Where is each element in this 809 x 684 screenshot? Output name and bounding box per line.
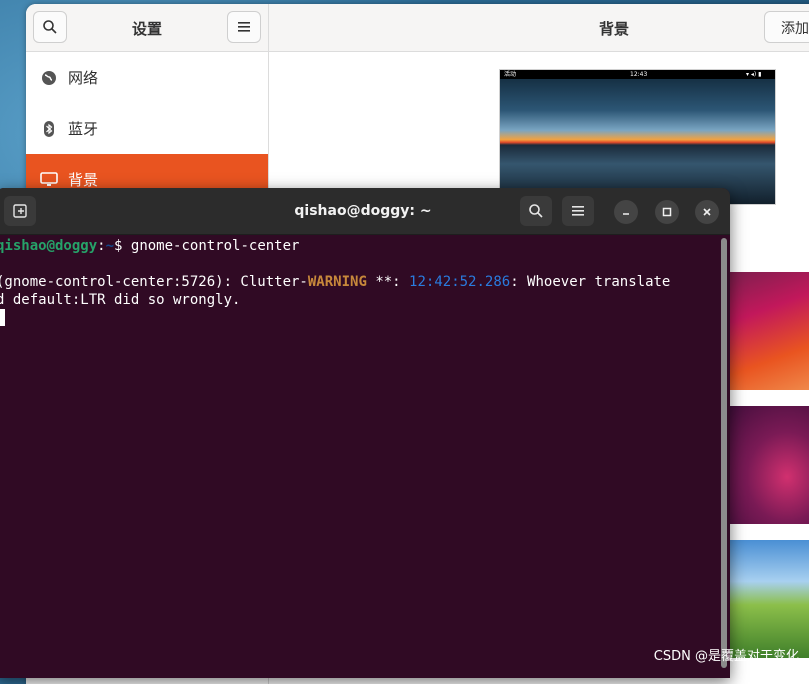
terminal-menu-button[interactable] xyxy=(562,196,594,226)
output-line: d default:LTR did so wrongly. xyxy=(0,292,241,308)
wallpaper-preview: 活动 12:43 ▾ ◂) ▮ xyxy=(499,69,776,205)
terminal-window: qishao@doggy: ~ qishao@doggy:~$ gnome-co… xyxy=(0,188,730,678)
warning-prefix: (gnome-control-center:5726): Clutter- xyxy=(0,274,308,290)
preview-activities-label: 活动 xyxy=(504,71,517,78)
warning-word: WARNING xyxy=(307,274,367,290)
cursor-line xyxy=(0,309,720,327)
warning-timestamp: 12:42:52.286 xyxy=(409,274,511,290)
sidebar-item-label: 蓝牙 xyxy=(68,120,99,138)
preview-top-bar: 活动 12:43 ▾ ◂) ▮ xyxy=(500,70,775,79)
prompt-line: qishao@doggy:~$ gnome-control-center xyxy=(0,237,720,255)
add-picture-button[interactable]: 添加 xyxy=(764,11,809,43)
menu-button[interactable] xyxy=(227,11,261,43)
preview-status-icons: ▾ ◂) ▮ xyxy=(746,71,762,78)
warning-mid: **: xyxy=(366,274,410,290)
terminal-scrollbar[interactable] xyxy=(721,238,727,668)
minimize-icon xyxy=(623,213,629,215)
text-cursor xyxy=(0,309,5,326)
sidebar-item-label: 网络 xyxy=(68,69,99,87)
warning-line: (gnome-control-center:5726): Clutter-WAR… xyxy=(0,273,720,291)
wallpaper-thumbnail[interactable] xyxy=(724,406,809,524)
terminal-output[interactable]: qishao@doggy:~$ gnome-control-center (gno… xyxy=(0,235,720,678)
wallpaper-thumbnail[interactable] xyxy=(724,540,809,658)
prompt-separator: : xyxy=(97,238,106,254)
command-text: gnome-control-center xyxy=(130,238,300,254)
watermark: CSDN @是覆盖对于变化 xyxy=(653,649,799,664)
bluetooth-icon xyxy=(40,120,58,138)
display-icon xyxy=(40,171,58,189)
preview-clock-label: 12:43 xyxy=(630,71,648,78)
sidebar-item-network[interactable]: 网络 xyxy=(26,52,268,103)
hamburger-icon xyxy=(572,206,584,216)
close-icon xyxy=(703,208,711,216)
terminal-search-button[interactable] xyxy=(520,196,552,226)
close-button[interactable] xyxy=(695,200,719,224)
wallpaper-thumbnail[interactable] xyxy=(724,272,809,390)
hamburger-icon xyxy=(238,22,250,32)
search-icon xyxy=(529,204,543,218)
maximize-button[interactable] xyxy=(655,200,679,224)
prompt-path: ~ xyxy=(105,238,115,254)
prompt-dollar: $ xyxy=(114,238,131,254)
globe-icon xyxy=(40,69,58,87)
warning-tail: : Whoever translate xyxy=(510,274,671,290)
minimize-button[interactable] xyxy=(614,200,638,224)
main-header: 背景 添加 xyxy=(269,4,809,52)
page-title: 背景 xyxy=(599,20,630,38)
sidebar-header: 设置 xyxy=(26,4,268,52)
terminal-header: qishao@doggy: ~ xyxy=(0,188,730,235)
sidebar-item-label: 背景 xyxy=(68,171,99,189)
prompt-user: qishao@doggy xyxy=(0,238,98,254)
sidebar-item-bluetooth[interactable]: 蓝牙 xyxy=(26,103,268,154)
maximize-icon xyxy=(662,207,672,217)
